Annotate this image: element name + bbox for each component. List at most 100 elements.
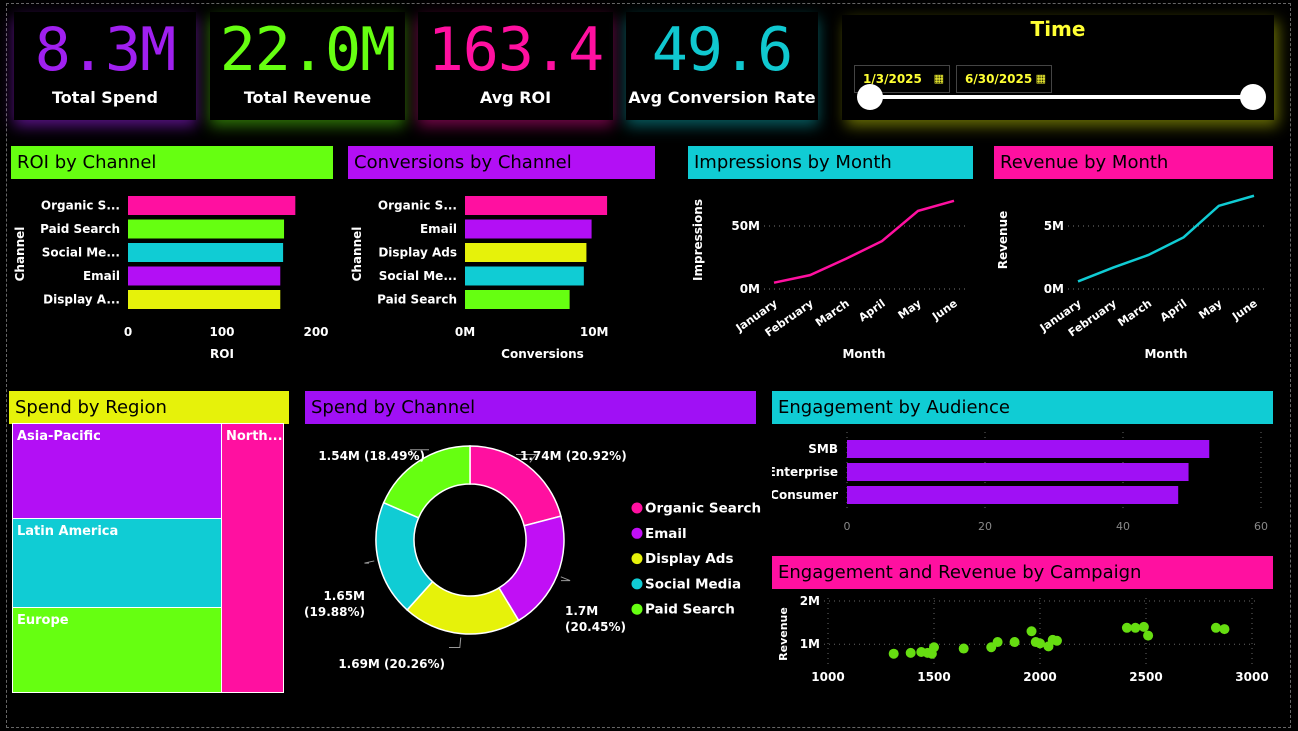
tick-label: 200	[303, 325, 328, 339]
treemap-cell-europe[interactable]: Europe	[12, 607, 222, 693]
category-label: Display A...	[43, 293, 120, 307]
end-date-value: 6/30/2025	[965, 72, 1033, 86]
roi-chart-title: ROI by Channel	[11, 146, 333, 179]
x-axis-label: ROI	[210, 347, 234, 361]
category-label: Paid Search	[377, 293, 457, 307]
spend-chart-title: Spend by Channel	[305, 391, 756, 424]
spend-by-channel-chart: 1.74M (20.92%) 1.7M (20.45%) 1.69M (20.26%)…	[305, 445, 761, 671]
kpi-card-avg-roi: 163.4 Avg ROI	[418, 12, 613, 120]
legend-label: Organic Search	[645, 501, 761, 517]
data-label: 1.69M (20.26%)	[338, 657, 445, 671]
bar	[465, 243, 587, 262]
legend-label: Display Ads	[645, 551, 734, 567]
treemap-cell-north-america[interactable]: North...	[221, 423, 284, 693]
data-label: 1.74M (20.92%)	[520, 449, 627, 463]
tick-label: 2000	[1023, 670, 1056, 684]
time-slider-start-handle[interactable]	[857, 84, 883, 110]
scatter-point	[929, 642, 939, 653]
month-label: April	[856, 297, 888, 324]
engagement-chart-title: Engagement by Audience	[772, 391, 1273, 424]
kpi-label: Avg ROI	[479, 88, 552, 107]
calendar-icon[interactable]: ▦	[934, 66, 944, 92]
scatter-point	[1130, 622, 1141, 633]
kpi-value: 22.0M	[219, 15, 397, 85]
tick-label: 1500	[917, 670, 950, 684]
scatter-point	[958, 643, 969, 654]
end-date-input[interactable]: 6/30/2025 ▦	[956, 65, 1052, 93]
bar	[465, 290, 570, 309]
impressions-by-month-chart: 0M50MJanuaryFebruaryMarch April May JuneMon…	[691, 199, 966, 361]
engagement-revenue-campaign-chart: 1000 1500 2000 2500 3000 1M 2M Revenue	[777, 594, 1269, 684]
x-axis-label: Month	[842, 347, 885, 361]
time-slider-track[interactable]	[870, 95, 1252, 99]
kpi-value: 49.6	[651, 15, 794, 85]
y-axis-label: Channel	[13, 227, 27, 282]
y-axis-label: Revenue	[996, 211, 1010, 270]
tick-label: 0M	[1044, 282, 1064, 296]
category-label: Paid Search	[40, 222, 120, 236]
treemap-cell-latin-america[interactable]: Latin America	[12, 518, 222, 608]
legend-marker	[631, 527, 643, 539]
bar	[847, 486, 1179, 504]
conversions-by-channel-chart: Organic S... Email Display Ads Social Me...…	[350, 196, 609, 361]
revenue-chart-title: Revenue by Month	[994, 146, 1273, 179]
legend-marker	[631, 603, 643, 615]
y-axis-label: Revenue	[777, 607, 790, 661]
tick-label: 100	[209, 325, 234, 339]
spend-by-region-treemap: Asia-Pacific Latin America Europe North.…	[12, 423, 285, 693]
scatter-point	[888, 648, 899, 659]
tick-label: 2M	[800, 594, 820, 608]
leader-line	[560, 576, 571, 582]
tick-label: 0	[124, 325, 132, 339]
data-label: 1.7M	[565, 604, 598, 618]
calendar-icon[interactable]: ▦	[1036, 66, 1046, 92]
scatter-point	[1051, 635, 1062, 646]
bar	[128, 243, 284, 262]
time-slicer: Time 1/3/2025 ▦ 6/30/2025 ▦	[842, 15, 1274, 120]
tick-label: 20	[978, 520, 992, 533]
revenue-by-month-chart: 0M5MJanuaryFebruaryMarch April May JuneMont…	[996, 194, 1266, 361]
kpi-label: Avg Conversion Rate	[628, 88, 816, 107]
x-axis-label: Month	[1144, 347, 1187, 361]
scatter-point	[1009, 637, 1020, 648]
legend-marker	[631, 578, 643, 590]
month-label: May	[1196, 297, 1224, 322]
data-label: (20.45%)	[565, 620, 626, 634]
kpi-card-avg-conversion-rate: 49.6 Avg Conversion Rate	[626, 12, 818, 120]
legend-marker	[631, 553, 643, 565]
leader-line	[449, 637, 462, 649]
category-label: Email	[420, 222, 457, 236]
data-label: (19.88%)	[305, 605, 365, 619]
tick-label: 3000	[1235, 670, 1268, 684]
x-axis-label: Conversions	[501, 347, 584, 361]
tick-label: 1000	[811, 670, 844, 684]
engagement-by-audience-chart: 0 20 40 60 SMB Enterprise Consumer	[772, 432, 1268, 533]
time-slicer-title: Time	[1030, 17, 1086, 41]
scatter-point	[1035, 638, 1045, 649]
scatter-point	[1143, 630, 1154, 641]
tick-label: 10M	[580, 325, 609, 339]
data-label: 1.54M (18.49%)	[318, 449, 425, 463]
scatter-point	[1138, 621, 1149, 632]
region-chart-title: Spend by Region	[9, 391, 289, 424]
bar	[847, 440, 1210, 458]
category-label: Email	[83, 269, 120, 283]
legend-label: Social Media	[645, 576, 741, 592]
bar	[465, 219, 592, 239]
time-slider-end-handle[interactable]	[1240, 84, 1266, 110]
tick-label: 0	[844, 520, 851, 533]
bar	[128, 219, 285, 239]
scatter-point	[1219, 624, 1230, 635]
treemap-cell-asia-pacific[interactable]: Asia-Pacific	[12, 423, 222, 519]
scatter-point	[992, 637, 1003, 648]
tick-label: 2500	[1129, 670, 1162, 684]
leader-line	[364, 560, 375, 564]
tick-label: 60	[1254, 520, 1268, 533]
y-axis-label: Channel	[350, 227, 364, 282]
kpi-card-total-spend: 8.3M Total Spend	[14, 12, 196, 120]
series-line	[1077, 194, 1255, 283]
category-label: Organic S...	[378, 199, 457, 213]
kpi-label: Total Spend	[52, 88, 158, 107]
category-label: SMB	[808, 442, 838, 456]
month-label: June	[1229, 297, 1260, 324]
